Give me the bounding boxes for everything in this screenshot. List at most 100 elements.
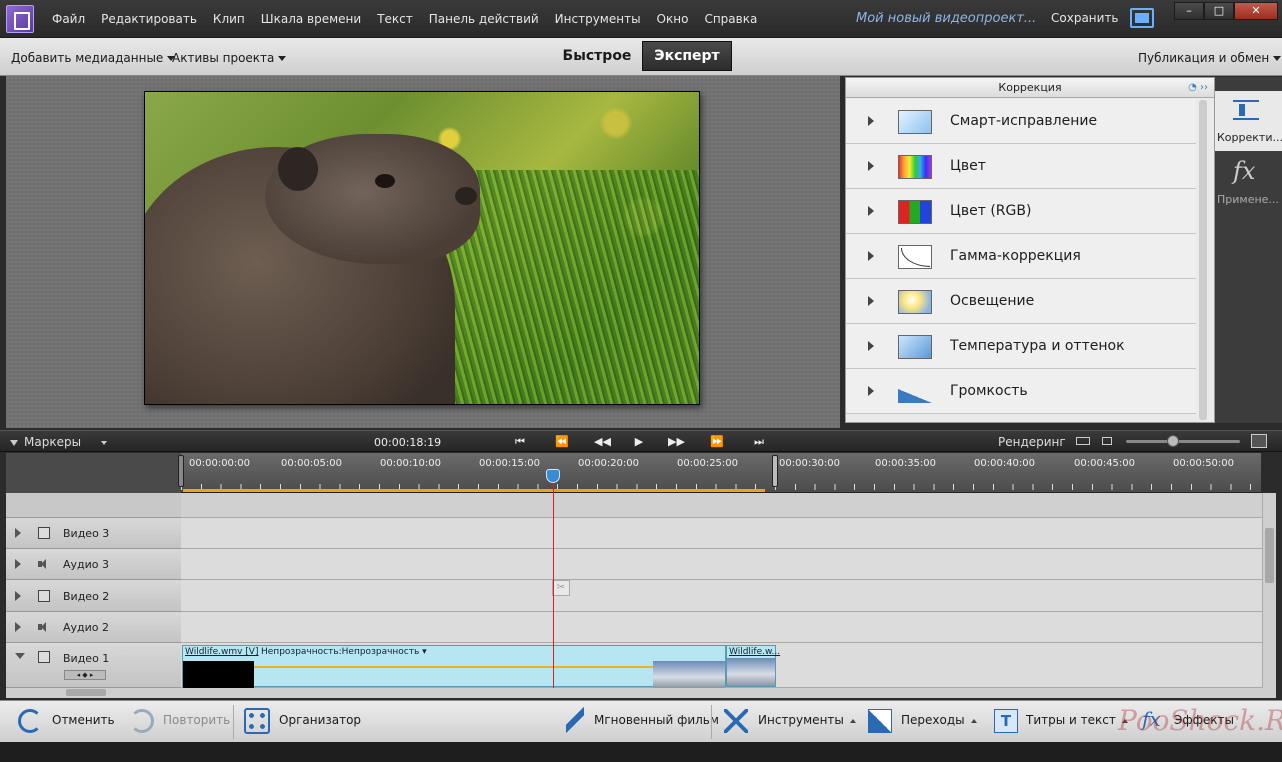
- maximize-button[interactable]: □: [1204, 2, 1234, 20]
- expand-arrow-icon[interactable]: [868, 116, 874, 126]
- transitions-icon[interactable]: [868, 709, 892, 733]
- panel-options-icon[interactable]: ◔ ››: [1188, 78, 1208, 98]
- timeline-vertical-scrollbar[interactable]: [1262, 493, 1276, 688]
- track-header-audio-2[interactable]: Аудио 2: [6, 612, 181, 643]
- organizer-button[interactable]: Организатор: [279, 713, 361, 727]
- effects-icon[interactable]: fx: [1142, 707, 1168, 733]
- minimize-button[interactable]: –: [1174, 2, 1204, 20]
- step-back-icon[interactable]: ◀◀: [594, 434, 611, 450]
- expand-track-icon[interactable]: [15, 528, 21, 538]
- scrollbar-thumb[interactable]: [1265, 528, 1274, 583]
- track-body-audio-2[interactable]: [181, 612, 1262, 643]
- menu-action-bar[interactable]: Панель действий: [421, 12, 547, 26]
- scissors-icon[interactable]: ✂: [552, 580, 570, 596]
- opacity-rubberband[interactable]: [254, 666, 654, 668]
- add-media-dropdown[interactable]: Добавить медиаданные: [11, 51, 176, 65]
- undo-button[interactable]: Отменить: [52, 713, 115, 727]
- menu-edit[interactable]: Редактировать: [93, 12, 205, 26]
- clip-property-dropdown[interactable]: Непрозрачность:Непрозрачность ▾: [261, 647, 427, 657]
- collapse-track-icon[interactable]: [15, 653, 25, 659]
- markers-dropdown[interactable]: Маркеры: [10, 435, 108, 449]
- go-to-start-icon[interactable]: ⏮: [512, 434, 528, 450]
- video-preview[interactable]: [144, 91, 700, 405]
- correction-item-label: Громкость: [950, 383, 1028, 399]
- next-edit-icon[interactable]: ⏩: [709, 434, 725, 450]
- mode-expert-button[interactable]: Эксперт: [642, 41, 732, 71]
- timeline-horizontal-scrollbar[interactable]: [6, 688, 1276, 698]
- track-body-audio-3[interactable]: [181, 549, 1262, 580]
- track-header-video-1[interactable]: Видео 1: [6, 643, 181, 688]
- zoom-out-icon[interactable]: [1102, 437, 1112, 445]
- correction-scrollbar[interactable]: [1199, 100, 1207, 420]
- menu-window[interactable]: Окно: [649, 12, 697, 26]
- time-ruler[interactable]: 00:00:00:00 00:00:05:00 00:00:10:00 00:0…: [181, 453, 1261, 493]
- track-header-video-3[interactable]: Видео 3: [6, 518, 181, 549]
- zoom-slider-track[interactable]: [1126, 440, 1240, 443]
- menu-tools[interactable]: Инструменты: [547, 12, 649, 26]
- fullscreen-icon[interactable]: [1130, 8, 1154, 28]
- timeline-clip[interactable]: Wildlife.w...: [726, 645, 780, 687]
- close-button[interactable]: ✕: [1234, 2, 1278, 20]
- fit-timeline-icon[interactable]: [1076, 437, 1090, 445]
- expand-arrow-icon[interactable]: [868, 386, 874, 396]
- previous-edit-icon[interactable]: ⏪: [554, 434, 570, 450]
- correction-item-smart-fix[interactable]: Смарт-исправление: [846, 99, 1196, 144]
- work-area-bar[interactable]: [183, 489, 765, 492]
- go-to-end-icon[interactable]: ⏭: [751, 434, 767, 450]
- zoom-in-icon[interactable]: [1251, 434, 1267, 448]
- titles-icon[interactable]: T: [994, 709, 1018, 733]
- correction-item-temperature[interactable]: Температура и оттенок: [846, 324, 1196, 369]
- titles-button[interactable]: Титры и текст: [1026, 713, 1128, 727]
- undo-icon[interactable]: [18, 709, 42, 733]
- playhead-handle[interactable]: [546, 469, 560, 483]
- titles-label: Титры и текст: [1026, 713, 1116, 727]
- instant-movie-button[interactable]: Мгновенный фильм: [594, 713, 719, 727]
- organizer-icon[interactable]: [244, 708, 270, 734]
- publish-share-dropdown[interactable]: Публикация и обмен: [1138, 51, 1282, 65]
- correction-item-color-rgb[interactable]: Цвет (RGB): [846, 189, 1196, 234]
- track-body-video-2[interactable]: [181, 580, 1262, 612]
- step-forward-icon[interactable]: ▶▶: [668, 434, 685, 450]
- expand-arrow-icon[interactable]: [868, 296, 874, 306]
- transitions-button[interactable]: Переходы: [901, 713, 977, 727]
- expand-track-icon[interactable]: [15, 591, 21, 601]
- menu-text[interactable]: Текст: [369, 12, 421, 26]
- timeline-clip[interactable]: Wildlife.wmv [V] Непрозрачность:Непрозра…: [182, 645, 726, 688]
- correction-item-lighting[interactable]: Освещение: [846, 279, 1196, 324]
- expand-track-icon[interactable]: [15, 622, 21, 632]
- film-strip-icon: [38, 527, 50, 539]
- mode-quick-button[interactable]: Быстрое: [554, 41, 640, 71]
- project-title[interactable]: Мой новый видеопроект...: [856, 11, 1036, 26]
- menu-file[interactable]: Файл: [44, 12, 93, 26]
- menu-timeline[interactable]: Шкала времени: [253, 12, 369, 26]
- menu-clip[interactable]: Клип: [205, 12, 253, 26]
- tab-adjustments[interactable]: Корректи...: [1215, 91, 1282, 151]
- project-assets-dropdown[interactable]: Активы проекта: [172, 51, 287, 65]
- save-button[interactable]: Сохранить: [1051, 11, 1119, 25]
- tools-button[interactable]: Инструменты: [758, 713, 856, 727]
- work-area-start-handle[interactable]: [178, 455, 184, 487]
- expand-arrow-icon[interactable]: [868, 341, 874, 351]
- track-header-video-2[interactable]: Видео 2: [6, 580, 181, 612]
- menu-help[interactable]: Справка: [696, 12, 765, 26]
- correction-item-gamma[interactable]: Гамма-коррекция: [846, 234, 1196, 279]
- timecode-display[interactable]: 00:00:18:19: [374, 436, 441, 449]
- effects-button[interactable]: Эффекты: [1174, 713, 1234, 727]
- track-header-audio-3[interactable]: Аудио 3: [6, 549, 181, 580]
- keyframe-controls[interactable]: ◂ ◆ ▸: [64, 670, 106, 680]
- expand-arrow-icon[interactable]: [868, 251, 874, 261]
- play-icon[interactable]: ▶: [631, 434, 647, 450]
- zoom-slider-handle[interactable]: [1167, 435, 1179, 447]
- work-area-end-handle[interactable]: [772, 455, 778, 487]
- expand-arrow-icon[interactable]: [868, 206, 874, 216]
- tools-icon[interactable]: [724, 709, 748, 733]
- correction-item-color[interactable]: Цвет: [846, 144, 1196, 189]
- render-button[interactable]: Рендеринг: [998, 435, 1066, 449]
- tab-applied-effects[interactable]: fx Примене...: [1215, 151, 1282, 211]
- expand-track-icon[interactable]: [15, 559, 21, 569]
- instant-movie-icon[interactable]: [566, 707, 584, 733]
- expand-arrow-icon[interactable]: [868, 161, 874, 171]
- scrollbar-thumb[interactable]: [66, 689, 106, 696]
- track-body-video-3[interactable]: [181, 518, 1262, 549]
- correction-item-volume[interactable]: Громкость: [846, 369, 1196, 414]
